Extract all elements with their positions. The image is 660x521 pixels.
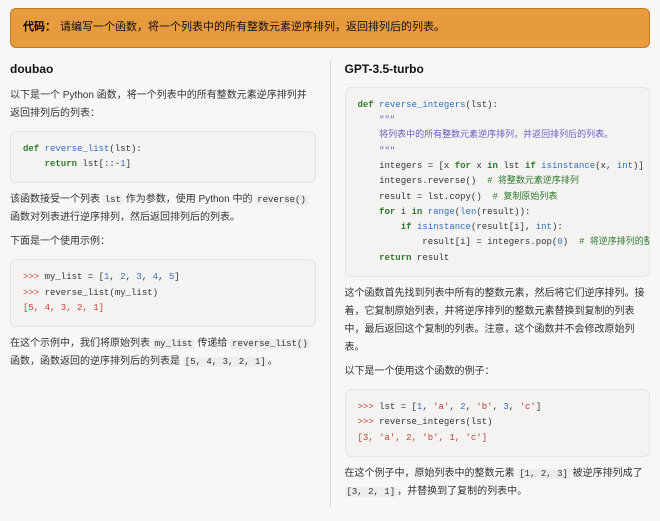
inline-code-reverse: reverse() <box>255 195 308 205</box>
inline-code-output: [5, 4, 3, 2, 1] <box>183 357 268 367</box>
left-closing: 在这个示例中，我们将原始列表 my_list 传递给 reverse_list(… <box>10 335 316 371</box>
inline-code-lst: lst <box>103 195 123 205</box>
column-divider <box>330 60 331 507</box>
inline-code-in: [1, 2, 3] <box>517 469 570 479</box>
inline-code-reverselist: reverse_list() <box>230 339 310 349</box>
right-model-name: GPT-3.5-turbo <box>345 60 651 79</box>
right-explain: 这个函数首先找到列表中所有的整数元素，然后将它们逆序排列。接着，它复制原始列表，… <box>345 285 651 357</box>
right-example-intro: 以下是一个使用这个函数的例子： <box>345 363 651 381</box>
left-column: doubao 以下是一个 Python 函数，将一个列表中的所有整数元素逆序排列… <box>10 60 316 507</box>
prompt-banner: 代码： 请编写一个函数，将一个列表中的所有整数元素逆序排列，返回排列后的列表。 <box>10 8 650 48</box>
left-code-block-1: def reverse_list(lst): return lst[::-1] <box>10 131 316 184</box>
inline-code-mylist: my_list <box>153 339 195 349</box>
left-example-intro: 下面是一个使用示例： <box>10 233 316 251</box>
inline-code-out: [3, 2, 1] <box>345 487 398 497</box>
right-closing: 在这个例子中，原始列表中的整数元素 [1, 2, 3] 被逆序排列成了 [3, … <box>345 465 651 501</box>
left-explain-1: 该函数接受一个列表 lst 作为参数，使用 Python 中的 reverse(… <box>10 191 316 227</box>
prompt-label: 代码： <box>23 21 56 33</box>
right-code-block-1: def reverse_integers(lst): """ 将列表中的所有整数… <box>345 87 651 277</box>
left-model-name: doubao <box>10 60 316 79</box>
right-code-block-2: >>> lst = [1, 'a', 2, 'b', 3, 'c'] >>> r… <box>345 389 651 457</box>
prompt-text: 请编写一个函数，将一个列表中的所有整数元素逆序排列，返回排列后的列表。 <box>60 21 445 33</box>
left-intro: 以下是一个 Python 函数，将一个列表中的所有整数元素逆序排列并返回排列后的… <box>10 87 316 123</box>
right-column: GPT-3.5-turbo def reverse_integers(lst):… <box>345 60 651 507</box>
answer-columns: doubao 以下是一个 Python 函数，将一个列表中的所有整数元素逆序排列… <box>10 60 650 507</box>
left-code-block-2: >>> my_list = [1, 2, 3, 4, 5] >>> revers… <box>10 259 316 327</box>
